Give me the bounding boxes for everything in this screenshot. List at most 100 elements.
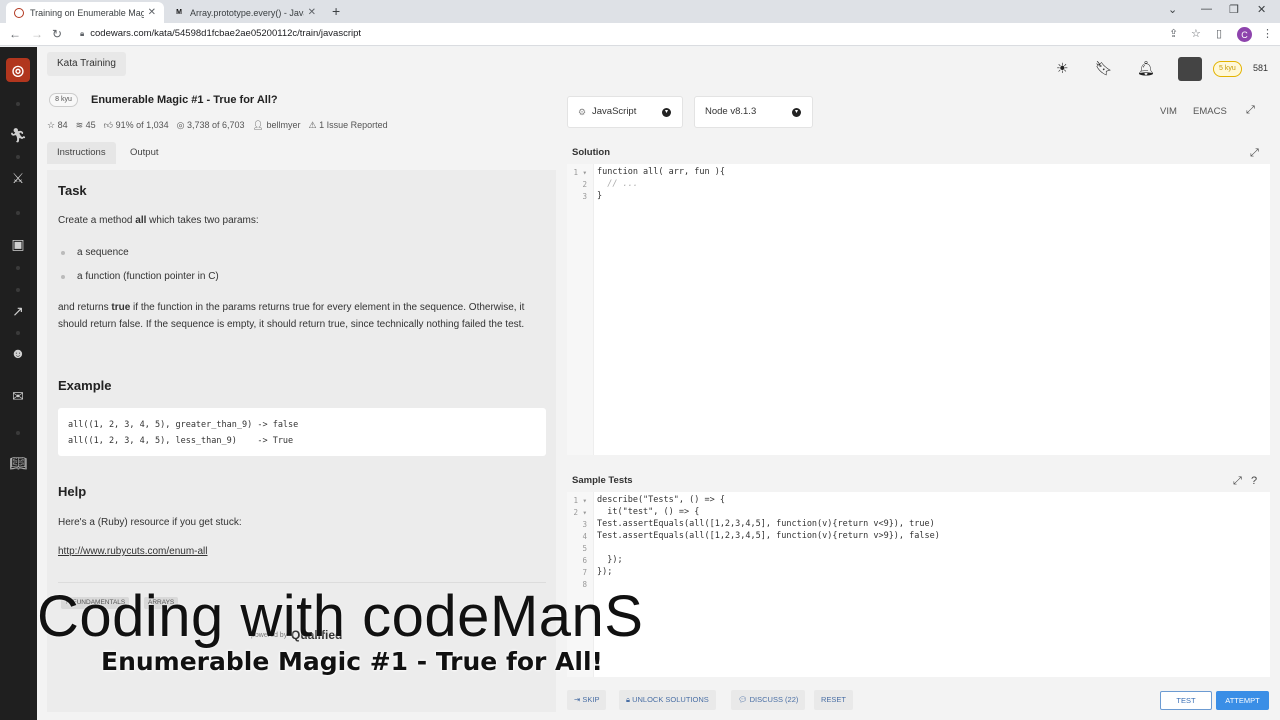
bullet (61, 275, 65, 279)
nav-divider-dot (16, 331, 20, 335)
unlock-solutions-button[interactable]: 🔒︎ UNLOCK SOLUTIONS (619, 690, 716, 710)
training-icon[interactable]: ⚔︎ (8, 169, 28, 187)
satisfaction-stat: 👍︎ 91% of 1,034 (104, 120, 169, 131)
returns-text: and returns true if the function in the … (58, 302, 525, 330)
runtime-value: Node v8.1.3 (705, 106, 757, 117)
example-line: all((1, 2, 3, 4, 5), less_than_9) -> Tru… (68, 436, 294, 446)
lock-icon: 🔒︎ (80, 29, 85, 38)
issues-stat[interactable]: ⚠ 1 Issue Reported (308, 120, 387, 131)
code-line: Test.assertEquals(all([1,2,3,4,5], funct… (597, 519, 935, 529)
address-bar: ← → ↻ 🔒︎ codewars.com/kata/54598d1fcbae2a… (0, 23, 1280, 46)
close-icon[interactable]: ✕ (148, 7, 156, 18)
menu-icon[interactable]: ⋮ (1262, 27, 1273, 40)
url-text: codewars.com/kata/54598d1fcbae2ae0520011… (90, 28, 362, 39)
fullscreen-icon[interactable]: ⤢ (1246, 104, 1255, 117)
nav-divider-dot (16, 155, 20, 159)
chevron-down-icon: ▾ (792, 108, 801, 117)
code-line: }); (597, 567, 613, 577)
code-line: Test.assertEquals(all([1,2,3,4,5], funct… (597, 531, 940, 541)
stars-stat[interactable]: ☆ 84 (47, 120, 68, 131)
restore-icon[interactable]: ❐ (1229, 3, 1239, 16)
rank-badge: 5 kyu (1213, 61, 1242, 77)
minimize-icon[interactable]: — (1201, 3, 1212, 15)
nav-divider-dot (16, 102, 20, 106)
jobs-briefcase-icon[interactable]: ▣ (8, 235, 28, 253)
chevron-down-icon: ▾ (662, 108, 671, 117)
reload-icon[interactable]: ↻ (52, 27, 62, 41)
intro-text: Create a method all which takes two para… (58, 215, 259, 226)
warning-icon: ⚠ (308, 120, 320, 130)
language-select[interactable]: ⚙ JavaScript ▾ (567, 96, 683, 128)
runtime-select[interactable]: Node v8.1.3 ▾ (694, 96, 813, 128)
forward-icon[interactable]: → (31, 27, 43, 41)
tab-search-icon[interactable]: ⌄ (1168, 3, 1177, 16)
leaderboard-trend-icon[interactable]: ↗ (8, 302, 28, 320)
vim-mode-button[interactable]: VIM (1160, 106, 1177, 117)
test-button[interactable]: TEST (1160, 691, 1212, 710)
task-heading: Task (58, 183, 87, 198)
mdn-favicon-icon: M (176, 9, 182, 16)
nav-divider-dot (16, 211, 20, 215)
collections-count: 45 (85, 120, 96, 130)
profile-avatar[interactable]: C (1237, 27, 1252, 42)
help-heading: Help (58, 484, 87, 499)
collections-stat: ≋ 45 (76, 120, 96, 131)
author-stat[interactable]: 👤︎ bellmyer (253, 120, 301, 131)
line-gutter (567, 164, 594, 455)
side-panel-icon[interactable]: ▯ (1216, 27, 1222, 40)
codewars-logo-icon[interactable]: ◎ (6, 58, 30, 82)
url-field[interactable]: 🔒︎ codewars.com/kata/54598d1fcbae2ae05200… (80, 28, 361, 39)
video-subtitle: Enumerable Magic #1 - True for All! (101, 647, 603, 676)
window-close-icon[interactable]: ✕ (1257, 3, 1266, 16)
help-icon[interactable]: ? (1251, 475, 1257, 487)
browser-tab-mdn[interactable]: M Array.prototype.every() - JavaSc ✕ (166, 2, 324, 23)
reset-button[interactable]: RESET (814, 690, 854, 710)
docs-book-icon[interactable]: 📖︎ (8, 454, 28, 472)
example-code: all((1, 2, 3, 4, 5), greater_than_9) -> … (58, 408, 546, 456)
nav-divider-dot (16, 288, 20, 292)
discuss-button[interactable]: 💬︎ DISCUSS (22) (731, 690, 806, 710)
share-icon[interactable]: ⇪ (1169, 27, 1178, 40)
target-icon: ◎ (176, 120, 187, 130)
practice-icon[interactable]: 🏃︎ (8, 126, 28, 144)
sample-tests-editor[interactable]: 1 ▾ 2 ▾ 3 4 5 6 7 8 describe("Tests", ()… (567, 492, 1270, 677)
nav-divider-dot (16, 431, 20, 435)
chat-icon[interactable]: ✉ (8, 387, 28, 405)
code-line: // ... (597, 179, 638, 189)
channel-caption: Coding with codeManS (37, 584, 644, 649)
param-item: a sequence (77, 247, 129, 258)
attempt-button[interactable]: ATTEMPT (1216, 691, 1269, 710)
bookmarks-icon[interactable]: 🔖︎ (1095, 60, 1113, 77)
line-number: 1 ▾ (573, 168, 587, 177)
new-tab-button[interactable]: + (332, 3, 340, 19)
expand-icon[interactable]: ⤢ (1250, 147, 1259, 160)
browser-tab-codewars[interactable]: Training on Enumerable Magic # ✕ (6, 2, 164, 23)
back-icon[interactable]: ← (9, 27, 21, 41)
notifications-bell-icon[interactable]: 🔔︎ (1137, 60, 1155, 77)
satisfaction-value: 91% of 1,034 (115, 120, 169, 130)
emacs-mode-button[interactable]: EMACS (1193, 106, 1227, 117)
discord-icon[interactable]: ☻ (8, 344, 28, 362)
breadcrumb[interactable]: Kata Training (47, 52, 126, 76)
code-line: it("test", () => { (597, 507, 700, 517)
skip-button[interactable]: ⇥ SKIP (567, 690, 607, 710)
theme-sun-icon[interactable]: ☀ (1056, 60, 1069, 77)
close-icon[interactable]: ✕ (308, 7, 316, 18)
chat-icon: 💬︎ (738, 695, 750, 704)
help-text: Here's a (Ruby) resource if you get stuc… (58, 517, 242, 528)
tests-header: Sample Tests (567, 472, 1270, 490)
tests-title: Sample Tests (572, 475, 633, 486)
user-avatar[interactable] (1178, 57, 1202, 81)
expand-icon[interactable]: ⤢ (1233, 475, 1242, 488)
kata-stats: ☆ 84 ≋ 45 👍︎ 91% of 1,034 ◎ 3,738 of 6,7… (47, 120, 388, 131)
tab-output[interactable]: Output (120, 142, 169, 164)
user-icon: 👤︎ (252, 120, 267, 130)
codewars-sidebar (0, 47, 37, 720)
line-number: 3 (582, 520, 587, 529)
solution-editor[interactable]: 1 ▾ 2 3 function all( arr, fun ){ // ...… (567, 164, 1270, 455)
bookmark-star-icon[interactable]: ☆ (1191, 27, 1201, 40)
tab-label: Array.prototype.every() - JavaSc (190, 7, 304, 18)
thumbs-up-icon: 👍︎ (103, 120, 116, 130)
help-link[interactable]: http://www.rubycuts.com/enum-all (58, 546, 208, 557)
tab-instructions[interactable]: Instructions (47, 142, 116, 164)
